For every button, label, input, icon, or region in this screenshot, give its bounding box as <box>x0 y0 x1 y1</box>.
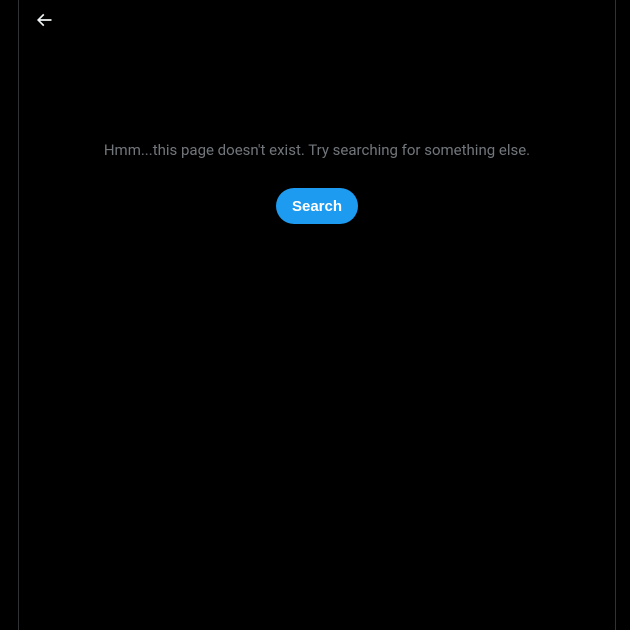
search-button-label: Search <box>292 198 342 215</box>
back-button[interactable] <box>27 4 61 38</box>
main-panel: Hmm...this page doesn't exist. Try searc… <box>18 0 616 630</box>
error-message: Hmm...this page doesn't exist. Try searc… <box>104 140 530 160</box>
arrow-left-icon <box>34 10 54 33</box>
error-container: Hmm...this page doesn't exist. Try searc… <box>19 140 615 224</box>
search-button[interactable]: Search <box>276 188 358 224</box>
